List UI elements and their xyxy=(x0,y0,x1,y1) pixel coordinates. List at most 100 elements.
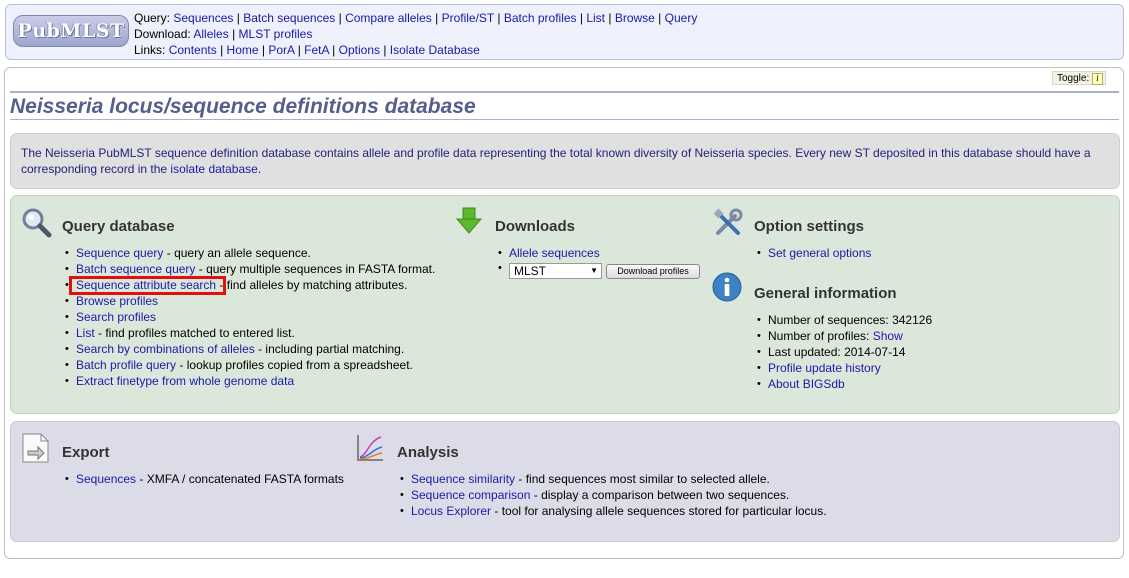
batch-profile-query-link[interactable]: Batch profile query xyxy=(76,358,176,372)
menu-link-contents[interactable]: Contents xyxy=(169,43,217,57)
list-item: Search profiles xyxy=(64,309,435,325)
list-item: Profile update history xyxy=(756,360,932,376)
select-value: MLST xyxy=(514,264,547,278)
set-general-options-link[interactable]: Set general options xyxy=(768,246,871,260)
list-item: Sequence comparison - display a comparis… xyxy=(399,487,827,503)
menu-link-options[interactable]: Options xyxy=(339,43,380,57)
menu-link-browse[interactable]: Browse xyxy=(615,11,655,25)
option-settings-list: Set general options xyxy=(756,245,871,261)
list-item: Allele sequences xyxy=(497,245,600,261)
sequence-similarity-link[interactable]: Sequence similarity xyxy=(411,472,515,486)
toggle-help[interactable]: Toggle: i xyxy=(1052,71,1106,85)
profile-scheme-select[interactable]: MLST ▼ xyxy=(509,263,602,279)
general-information-list: Number of sequences: 342126 Number of pr… xyxy=(756,312,932,392)
list-item: Batch sequence query - query multiple se… xyxy=(64,261,435,277)
info-icon xyxy=(712,272,742,302)
menu-link-mlst-profiles[interactable]: MLST profiles xyxy=(239,27,313,41)
intro-text-end: . xyxy=(257,162,262,176)
menu-link-list[interactable]: List xyxy=(586,11,605,25)
item-desc: - find sequences most similar to selecte… xyxy=(515,472,770,486)
analysis-chart-icon xyxy=(357,435,383,461)
list-item: Search by combinations of alleles - incl… xyxy=(64,341,435,357)
downloads-heading: Downloads xyxy=(495,218,576,235)
extract-finetype-link[interactable]: Extract finetype from whole genome data xyxy=(76,374,294,388)
menu-link-alleles[interactable]: Alleles xyxy=(193,27,228,41)
analysis-heading: Analysis xyxy=(397,444,459,461)
export-list: Sequences - XMFA / concatenated FASTA fo… xyxy=(64,471,344,487)
search-by-combinations-link[interactable]: Search by combinations of alleles xyxy=(76,342,255,356)
download-menu-row: Download: Alleles | MLST profiles xyxy=(134,27,313,41)
about-bigsdb-link[interactable]: About BIGSdb xyxy=(768,377,845,391)
list-link[interactable]: List xyxy=(76,326,95,340)
menu-link-batch-sequences[interactable]: Batch sequences xyxy=(243,11,335,25)
item-desc: - find alleles by matching attributes. xyxy=(216,278,408,292)
list-item: Number of sequences: 342126 xyxy=(756,312,932,328)
menu-link-feta[interactable]: FetA xyxy=(304,43,329,57)
toggle-label: Toggle: xyxy=(1057,73,1090,84)
query-menu-row: Query: Sequences | Batch sequences | Com… xyxy=(134,11,698,25)
downloads-list: Allele sequences xyxy=(497,245,600,261)
menu-link-isolate-database[interactable]: Isolate Database xyxy=(390,43,480,57)
list-item: Sequence attribute search - find alleles… xyxy=(64,277,435,293)
item-desc: - display a comparison between two seque… xyxy=(530,488,790,502)
pubmlst-logo[interactable]: PubMLST xyxy=(13,15,129,47)
profile-update-history-link[interactable]: Profile update history xyxy=(768,361,881,375)
item-desc: - find profiles matched to entered list. xyxy=(94,326,295,340)
list-item: Sequences - XMFA / concatenated FASTA fo… xyxy=(64,471,344,487)
item-desc: - query an allele sequence. xyxy=(163,246,311,260)
export-document-icon xyxy=(22,433,49,463)
menu-link-home[interactable]: Home xyxy=(227,43,259,57)
tools-icon xyxy=(713,208,743,235)
batch-sequence-query-link[interactable]: Batch sequence query xyxy=(76,262,195,276)
item-desc: - tool for analysing allele sequences st… xyxy=(491,504,827,518)
item-desc: - XMFA / concatenated FASTA formats xyxy=(136,472,344,486)
allele-sequences-link[interactable]: Allele sequences xyxy=(509,246,600,260)
menu-link-compare-alleles[interactable]: Compare alleles xyxy=(345,11,432,25)
bullet: • xyxy=(498,262,502,274)
intro-panel: The Neisseria PubMLST sequence definitio… xyxy=(10,133,1120,189)
search-profiles-link[interactable]: Search profiles xyxy=(76,310,156,324)
num-sequences-value: 342126 xyxy=(892,313,933,327)
list-item: Extract finetype from whole genome data xyxy=(64,373,435,389)
menu-link-query[interactable]: Query xyxy=(665,11,698,25)
list-item: Sequence query - query an allele sequenc… xyxy=(64,245,435,261)
query-database-list: Sequence query - query an allele sequenc… xyxy=(64,245,435,389)
list-item: Set general options xyxy=(756,245,871,261)
list-item: Locus Explorer - tool for analysing alle… xyxy=(399,503,827,519)
query-database-heading: Query database xyxy=(62,218,175,235)
list-item: List - find profiles matched to entered … xyxy=(64,325,435,341)
option-settings-heading: Option settings xyxy=(754,218,864,235)
item-desc: - including partial matching. xyxy=(254,342,405,356)
list-item: Sequence similarity - find sequences mos… xyxy=(399,471,827,487)
show-profiles-link[interactable]: Show xyxy=(873,329,903,343)
list-item: Last updated: 2014-07-14 xyxy=(756,344,932,360)
page-title: Neisseria locus/sequence definitions dat… xyxy=(10,91,1119,120)
menu-link-batch-profiles[interactable]: Batch profiles xyxy=(504,11,577,25)
magnifier-icon xyxy=(22,208,52,238)
isolate-database-link[interactable]: isolate database xyxy=(170,162,257,176)
download-arrow-icon xyxy=(456,207,482,234)
browse-profiles-link[interactable]: Browse profiles xyxy=(76,294,158,308)
list-item: Number of profiles: Show xyxy=(756,328,932,344)
num-sequences-label: Number of sequences: xyxy=(768,313,893,327)
top-menu-bar: PubMLST Query: Sequences | Batch sequenc… xyxy=(5,4,1124,60)
query-label: Query: xyxy=(134,11,171,25)
chevron-down-icon: ▼ xyxy=(590,266,598,275)
sequence-comparison-link[interactable]: Sequence comparison xyxy=(411,488,530,502)
num-profiles-label: Number of profiles: xyxy=(768,329,873,343)
menu-link-pora[interactable]: PorA xyxy=(268,43,294,57)
menu-link-sequences[interactable]: Sequences xyxy=(173,11,233,25)
info-toggle-icon[interactable]: i xyxy=(1092,73,1103,85)
sequence-query-link[interactable]: Sequence query xyxy=(76,246,163,260)
locus-explorer-link[interactable]: Locus Explorer xyxy=(411,504,491,518)
sequence-attribute-search-link[interactable]: Sequence attribute search xyxy=(76,278,216,292)
last-updated-value: 2014-07-14 xyxy=(844,345,906,359)
last-updated-label: Last updated: xyxy=(768,345,845,359)
intro-text: The Neisseria PubMLST sequence definitio… xyxy=(21,145,1106,177)
links-label: Links: xyxy=(134,43,166,57)
list-item: Batch profile query - lookup profiles co… xyxy=(64,357,435,373)
menu-link-profile-st[interactable]: Profile/ST xyxy=(442,11,494,25)
analysis-list: Sequence similarity - find sequences mos… xyxy=(399,471,827,519)
download-profiles-button[interactable]: Download profiles xyxy=(606,264,700,279)
export-sequences-link[interactable]: Sequences xyxy=(76,472,136,486)
